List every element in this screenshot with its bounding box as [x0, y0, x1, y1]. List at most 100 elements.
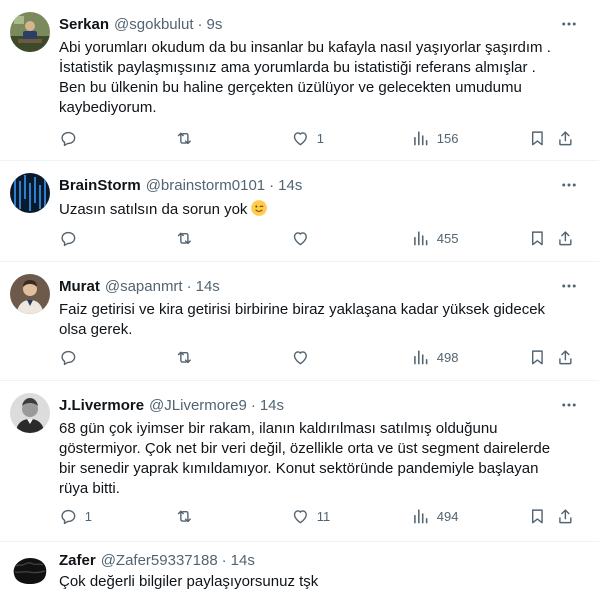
views-button[interactable]: 498 — [411, 347, 458, 367]
tweet-text-line: Ben bu ülkenin bu haline gerçekten üzülü… — [59, 79, 522, 96]
tweet-item[interactable]: Murat @sapanmrt · 14s Faiz getirisi ve k… — [0, 262, 599, 381]
bar-chart-icon — [414, 508, 428, 524]
retweet-button[interactable] — [175, 506, 201, 526]
tweet-text-line: göstermiyor. Çok net bir veri değil, öze… — [59, 440, 551, 457]
display-name[interactable]: J.Livermore — [59, 397, 144, 414]
tweet-text: Çok değerli bilgiler paylaşıyorsunuz tşk — [59, 572, 559, 592]
views-count: 494 — [436, 508, 459, 524]
user-handle[interactable]: @brainstorm0101 — [146, 177, 265, 194]
separator-dot: · — [221, 551, 227, 569]
reply-button[interactable] — [59, 228, 85, 248]
timestamp[interactable]: 14s — [231, 552, 255, 569]
tweet-text: 68 gün çok iyimser bir rakam, ilanın kal… — [59, 419, 559, 499]
vintage-portrait-avatar-icon — [10, 393, 50, 433]
bookmark-button[interactable] — [528, 228, 547, 248]
separator-dot: · — [197, 15, 203, 33]
share-icon — [559, 509, 572, 523]
more-button[interactable] — [559, 14, 579, 34]
retweet-button[interactable] — [175, 128, 201, 148]
reply-count: 1 — [84, 508, 92, 524]
bookmark-icon — [531, 131, 543, 145]
tweet-text: Faiz getirisi ve kira getirisi birbirine… — [59, 300, 559, 340]
like-button[interactable] — [291, 347, 317, 367]
tweet-text-line: bir senedir yaprak kımıldamıyor. Konut s… — [59, 460, 539, 477]
bookmark-button[interactable] — [528, 128, 547, 148]
share-icon — [559, 231, 572, 245]
tweet-actions: 1 11 494 — [59, 506, 589, 526]
reply-button[interactable] — [59, 128, 85, 148]
like-count: 1 — [316, 130, 324, 146]
hair-silhouette-avatar-icon — [10, 552, 50, 592]
heart-icon — [293, 509, 307, 523]
share-button[interactable] — [556, 347, 575, 367]
like-button[interactable]: 11 — [291, 506, 330, 526]
bookmark-icon — [531, 350, 543, 364]
tweet-text-line: 68 gün çok iyimser bir rakam, ilanın kal… — [59, 420, 498, 437]
retweet-icon — [177, 232, 191, 244]
tweet-header: Zafer @Zafer59337188 · 14s — [59, 550, 255, 570]
share-button[interactable] — [556, 228, 575, 248]
user-handle[interactable]: @Zafer59337188 — [101, 552, 218, 569]
tweet-text-content: Uzasın satılsın da sorun yok — [59, 201, 248, 218]
views-button[interactable]: 156 — [411, 128, 458, 148]
more-icon — [562, 284, 576, 288]
views-count: 455 — [436, 230, 459, 246]
share-button[interactable] — [556, 128, 575, 148]
reply-icon — [61, 131, 76, 146]
display-name[interactable]: Serkan — [59, 16, 109, 33]
user-handle[interactable]: @JLivermore9 — [149, 397, 247, 414]
views-button[interactable]: 494 — [411, 506, 458, 526]
display-name[interactable]: BrainStorm — [59, 177, 141, 194]
retweet-button[interactable] — [175, 228, 201, 248]
more-icon — [562, 183, 576, 187]
avatar[interactable] — [10, 274, 50, 314]
reply-button[interactable] — [59, 347, 85, 367]
more-button[interactable] — [559, 175, 579, 195]
avatar[interactable] — [10, 552, 50, 592]
views-count: 498 — [436, 349, 459, 365]
reply-button[interactable]: 1 — [59, 506, 92, 526]
user-handle[interactable]: @sgokbulut — [114, 16, 193, 33]
tweet-text-line: İstatistik paylaşmışsınız ama yorumlarda… — [59, 59, 536, 76]
tweet-text-line: Uzasın satılsın da sorun yok — [59, 199, 559, 220]
avatar[interactable] — [10, 12, 50, 52]
tweet-text-line: rüya bitti. — [59, 480, 120, 497]
heart-icon — [293, 350, 307, 364]
tweet-header: Murat @sapanmrt · 14s — [59, 276, 220, 296]
heart-icon — [293, 131, 307, 145]
tweet-item[interactable]: J.Livermore @JLivermore9 · 14s 68 gün ço… — [0, 381, 599, 542]
tweet-item[interactable]: BrainStorm @brainstorm0101 · 14s Uzasın … — [0, 161, 599, 262]
bookmark-button[interactable] — [528, 347, 547, 367]
bookmark-icon — [531, 509, 543, 523]
timestamp[interactable]: 14s — [278, 177, 302, 194]
tweet-actions: 498 — [59, 347, 589, 367]
timestamp[interactable]: 9s — [207, 16, 223, 33]
bookmark-icon — [531, 231, 543, 245]
tweet-item[interactable]: Zafer @Zafer59337188 · 14s Çok değerli b… — [0, 542, 599, 593]
bookmark-button[interactable] — [528, 506, 547, 526]
matrix-code-avatar-icon — [10, 173, 50, 213]
reply-icon — [61, 509, 76, 524]
bar-chart-icon — [414, 130, 428, 146]
like-button[interactable]: 1 — [291, 128, 324, 148]
avatar[interactable] — [10, 173, 50, 213]
retweet-button[interactable] — [175, 347, 201, 367]
avatar[interactable] — [10, 393, 50, 433]
views-count: 156 — [436, 130, 459, 146]
tweet-text-line: Abi yorumları okudum da bu insanlar bu k… — [59, 39, 551, 56]
display-name[interactable]: Zafer — [59, 552, 96, 569]
display-name[interactable]: Murat — [59, 278, 100, 295]
views-button[interactable]: 455 — [411, 228, 458, 248]
tweet-item[interactable]: Serkan @sgokbulut · 9s Abi yorumları oku… — [0, 0, 599, 161]
reply-icon — [61, 231, 76, 246]
timestamp[interactable]: 14s — [260, 397, 284, 414]
tweet-text: Abi yorumları okudum da bu insanlar bu k… — [59, 38, 559, 118]
user-handle[interactable]: @sapanmrt — [105, 278, 183, 295]
more-button[interactable] — [559, 276, 579, 296]
bar-chart-icon — [414, 349, 428, 365]
like-button[interactable] — [291, 228, 317, 248]
timestamp[interactable]: 14s — [196, 278, 220, 295]
share-button[interactable] — [556, 506, 575, 526]
more-button[interactable] — [559, 395, 579, 415]
more-icon — [562, 403, 576, 407]
